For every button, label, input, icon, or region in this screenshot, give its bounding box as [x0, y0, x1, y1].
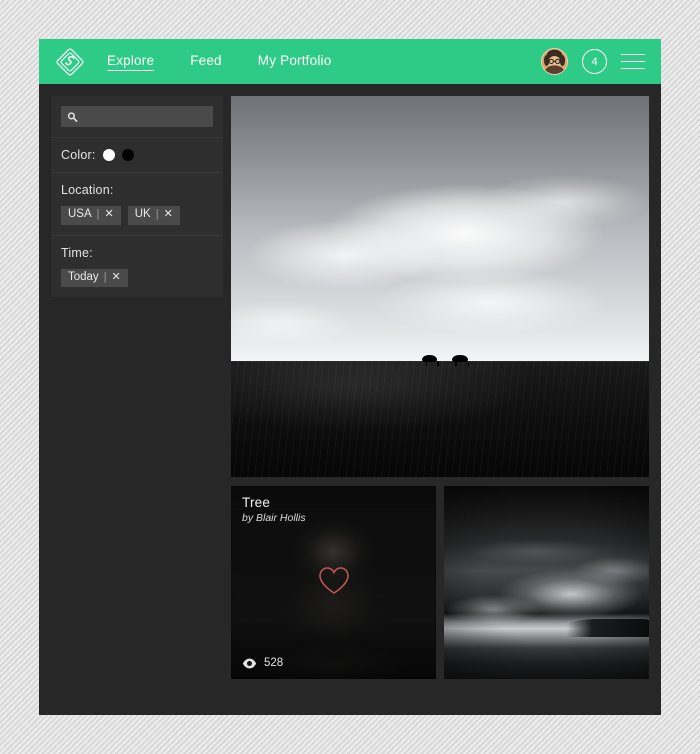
view-count: 528 — [242, 657, 283, 669]
heart-icon — [318, 566, 349, 594]
search-input[interactable] — [61, 106, 213, 127]
horse-silhouette-left — [422, 355, 438, 363]
notification-count: 4 — [591, 55, 598, 68]
filter-chip-today[interactable]: Today | ✕ — [61, 268, 128, 287]
hamburger-menu-icon[interactable] — [621, 53, 645, 70]
chip-separator: | — [103, 270, 107, 283]
photo-vignette — [444, 486, 649, 679]
like-button[interactable] — [318, 566, 350, 600]
search-section — [51, 96, 223, 138]
chip-remove-icon[interactable]: ✕ — [112, 271, 121, 283]
horse-leg — [455, 361, 457, 367]
chip-separator: | — [155, 208, 159, 221]
eye-icon — [242, 658, 257, 668]
horse-leg — [467, 361, 470, 367]
gallery-row-2: Tree by Blair Hollis 528 — [231, 486, 649, 679]
search-icon — [67, 111, 78, 122]
time-chip-list: Today | ✕ — [61, 268, 213, 287]
content-area: Color: Location: USA | ✕ UK | ✕ Time: To… — [39, 84, 661, 691]
chip-label: UK — [134, 208, 151, 220]
photo-gallery: Tree by Blair Hollis 528 — [231, 96, 649, 679]
chip-separator: | — [96, 208, 100, 221]
card-author: by Blair Hollis — [242, 512, 306, 525]
location-filter-section: Location: USA | ✕ UK | ✕ — [51, 173, 223, 236]
horse-leg — [437, 361, 440, 367]
user-avatar-icon — [542, 49, 567, 74]
color-filter-label: Color: — [61, 148, 96, 162]
diamond-layers-logo-icon — [56, 47, 84, 76]
location-filter-label: Location: — [61, 183, 114, 197]
filter-chip-usa[interactable]: USA | ✕ — [61, 206, 121, 225]
storm-seascape-photo-card[interactable] — [444, 486, 649, 679]
hamburger-line — [621, 60, 645, 63]
nav-link-my-portfolio[interactable]: My Portfolio — [258, 53, 332, 70]
color-filter-row: Color: — [61, 148, 213, 162]
chip-label: Today — [68, 270, 99, 283]
filter-chip-uk[interactable]: UK | ✕ — [127, 206, 180, 225]
time-filter-label: Time: — [61, 245, 93, 260]
nav-link-feed[interactable]: Feed — [190, 53, 222, 70]
tree-photo-card[interactable]: Tree by Blair Hollis 528 — [231, 486, 436, 679]
time-filter-section: Time: Today | ✕ — [51, 236, 223, 298]
main-nav: Explore Feed My Portfolio — [107, 53, 331, 71]
horses-on-ridge-photo — [231, 96, 649, 478]
nav-link-explore[interactable]: Explore — [107, 53, 155, 71]
hamburger-line — [621, 67, 645, 70]
chip-label: USA — [68, 208, 92, 220]
color-swatch-black[interactable] — [121, 149, 134, 161]
sky-region — [231, 96, 649, 362]
avatar[interactable] — [541, 48, 568, 75]
card-title: Tree — [242, 495, 271, 511]
hero-photo-card[interactable] — [231, 96, 649, 478]
app-window: Explore Feed My Portfolio 4 Color: Locat… — [39, 39, 661, 715]
app-logo[interactable] — [39, 47, 101, 76]
horse-leg — [425, 361, 428, 367]
chip-remove-icon[interactable]: ✕ — [105, 209, 114, 220]
search-box[interactable] — [61, 106, 213, 127]
header-actions: 4 — [541, 39, 645, 84]
filter-sidebar: Color: Location: USA | ✕ UK | ✕ Time: To… — [51, 96, 223, 297]
hamburger-line — [621, 53, 645, 56]
color-swatch-white[interactable] — [102, 149, 115, 161]
notification-badge[interactable]: 4 — [582, 49, 607, 74]
color-filter-section: Color: — [51, 138, 223, 173]
view-count-value: 528 — [264, 657, 284, 669]
ridge-region — [231, 355, 649, 478]
top-navigation-bar: Explore Feed My Portfolio 4 — [39, 39, 661, 84]
location-chip-list: USA | ✕ UK | ✕ — [61, 206, 213, 225]
chip-remove-icon[interactable]: ✕ — [164, 209, 173, 220]
